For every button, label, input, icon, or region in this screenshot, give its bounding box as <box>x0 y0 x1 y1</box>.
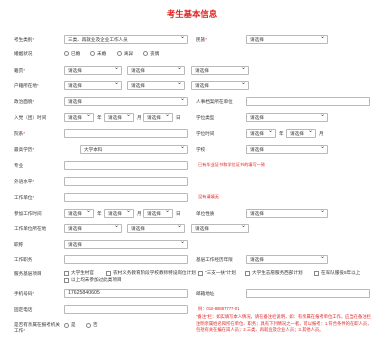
degree-select[interactable]: 请选择 <box>246 113 328 122</box>
remark-note: "备注"栏：如实填写本人情况，请在备注栏说明，如：有亲属在报考单位工作，应当在备… <box>196 314 372 333</box>
marriage-option-divorced: 离异 <box>124 51 134 56</box>
edu-type-label: 学校 <box>196 147 206 152</box>
work-day-select[interactable]: 请选择 <box>143 209 173 218</box>
project-checkbox-west[interactable] <box>245 271 250 276</box>
title-select[interactable]: 请选择 <box>64 240 188 249</box>
join-day-unit: 日 <box>176 115 181 120</box>
fixed-phone-tip: 例：010-88887777-01 <box>198 306 240 311</box>
edu-label: 最高学历* <box>14 147 35 152</box>
native-province-select[interactable]: 请选择 <box>64 66 122 75</box>
marriage-radio-single[interactable] <box>90 51 95 56</box>
degree-month-select[interactable]: 请选择 <box>286 129 316 138</box>
major-input[interactable] <box>64 161 188 170</box>
nation-label: 民族* <box>196 37 207 42</box>
other-major-label: 外语水平* <box>14 179 35 184</box>
degree-month-unit: 月 <box>319 131 324 136</box>
job-label: 工作职务 <box>14 257 33 262</box>
work-date-label: 参加工作时间 <box>14 211 42 216</box>
grass-years-select[interactable]: 请选择 <box>246 255 328 264</box>
project-checkbox-teacher[interactable] <box>106 271 111 276</box>
job-input[interactable] <box>64 255 188 264</box>
marriage-option-widowed: 丧偶 <box>150 51 160 56</box>
school-input[interactable] <box>64 129 188 138</box>
work-year-select[interactable]: 请选择 <box>64 209 94 218</box>
related-option-no: 否 <box>93 322 98 327</box>
project-option-village: 大学生村官 <box>71 270 94 275</box>
native-label: 籍贯* <box>14 68 25 73</box>
edu-select[interactable]: 大学本科 <box>80 145 188 154</box>
phone-input[interactable]: 17625840605 <box>64 289 188 298</box>
related-radio-yes[interactable] <box>64 323 69 328</box>
email-label: 邮箱地址 <box>196 291 215 296</box>
category-label: 考生类别* <box>14 37 35 42</box>
marriage-label: 婚姻状况 <box>14 51 33 56</box>
join-year-select[interactable]: 请选择 <box>64 113 94 122</box>
join-year-unit: 年 <box>97 115 102 120</box>
project-option-west: 大学生志愿服务西部计划 <box>252 270 303 275</box>
category-select[interactable]: 三类、再就业及企业工作人员 <box>64 35 188 44</box>
project-option-teacher: 农村义务教育阶段学校教师特设岗位计划 <box>113 270 196 275</box>
project-checkbox-sanzhi[interactable] <box>198 271 203 276</box>
work-day-unit: 日 <box>176 211 181 216</box>
fixed-phone-input[interactable] <box>64 305 188 314</box>
edu-type-select[interactable]: 请选择 <box>246 145 328 154</box>
degree-label: 学位类型 <box>196 115 215 120</box>
degree-year-select[interactable]: 请选择 <box>246 129 276 138</box>
major-tip: 已有毕业证书和学位证书的填写一致 <box>198 162 266 167</box>
work-loc-city-select[interactable]: 请选择 <box>127 224 185 233</box>
related-label: 是否有亲属在报考机关工作* <box>14 322 60 333</box>
email-input[interactable] <box>246 289 370 298</box>
other-major-input[interactable] <box>64 177 188 186</box>
archive-input[interactable] <box>246 97 370 106</box>
unit-type-label: 单位性质 <box>196 211 215 216</box>
work-year-unit: 年 <box>97 211 102 216</box>
political-label: 政治面貌* <box>14 99 35 104</box>
political-select[interactable]: 请选择 <box>64 97 188 106</box>
work-loc-district-select[interactable]: 请选择 <box>191 224 249 233</box>
join-day-select[interactable]: 请选择 <box>143 113 173 122</box>
join-month-select[interactable]: 请选择 <box>104 113 134 122</box>
marriage-option-married: 已婚 <box>71 51 81 56</box>
join-date-label: 入党（团）时间 <box>14 115 47 120</box>
project-checkbox-army[interactable] <box>314 271 319 276</box>
project-option-none: 以上均未参加过此类项目 <box>71 277 122 282</box>
marriage-radio-married[interactable] <box>64 51 69 56</box>
work-month-select[interactable]: 请选择 <box>104 209 134 218</box>
phone-label: 手机号码* <box>14 291 35 296</box>
native-district-select[interactable]: 请选择 <box>191 66 249 75</box>
work-month-unit: 月 <box>137 211 142 216</box>
archive-label: 人事档案所在单位 <box>196 99 233 104</box>
work-loc-province-select[interactable]: 请选择 <box>64 224 122 233</box>
project-checkbox-none[interactable] <box>64 278 69 283</box>
marriage-radio-widowed[interactable] <box>143 51 148 56</box>
work-unit-label: 工作单位* <box>14 195 35 200</box>
project-option-sanzhi: "三支一扶"计划 <box>205 270 236 275</box>
project-option-army: 在军队服役5年以上 <box>321 270 361 275</box>
hukou-province-select[interactable]: 请选择 <box>64 81 122 90</box>
work-unit-input[interactable] <box>64 193 188 202</box>
nation-select[interactable]: 请选择 <box>246 35 328 44</box>
degree-date-label: 学位时间 <box>196 131 215 136</box>
native-city-select[interactable]: 请选择 <box>127 66 185 75</box>
fixed-phone-label: 固定电话 <box>14 307 33 312</box>
school-label: 院系* <box>14 131 25 136</box>
hukou-city-select[interactable]: 请选择 <box>127 81 185 90</box>
unit-type-select[interactable]: 请选择 <box>246 209 328 218</box>
join-month-unit: 月 <box>137 115 142 120</box>
degree-year-unit: 年 <box>279 131 284 136</box>
hukou-label: 户籍所在地* <box>14 83 39 88</box>
work-unit-tip: 没有请填无 <box>198 194 219 199</box>
related-radio-no[interactable] <box>86 323 91 328</box>
marriage-radio-divorced[interactable] <box>117 51 122 56</box>
project-checkbox-village[interactable] <box>64 271 69 276</box>
work-loc-label: 工作单位所在地 <box>14 226 47 231</box>
grass-years-label: 基层工作经历年限 <box>196 257 233 262</box>
hukou-district-select[interactable]: 请选择 <box>191 81 249 90</box>
related-option-yes: 是 <box>71 322 76 327</box>
title-label: 职称 <box>14 242 24 247</box>
project-label: 服务基层项目 <box>14 271 42 276</box>
page-title: 考生基本信息 <box>166 9 218 19</box>
major-label: 专业 <box>14 163 24 168</box>
marriage-option-single: 未婚 <box>97 51 107 56</box>
